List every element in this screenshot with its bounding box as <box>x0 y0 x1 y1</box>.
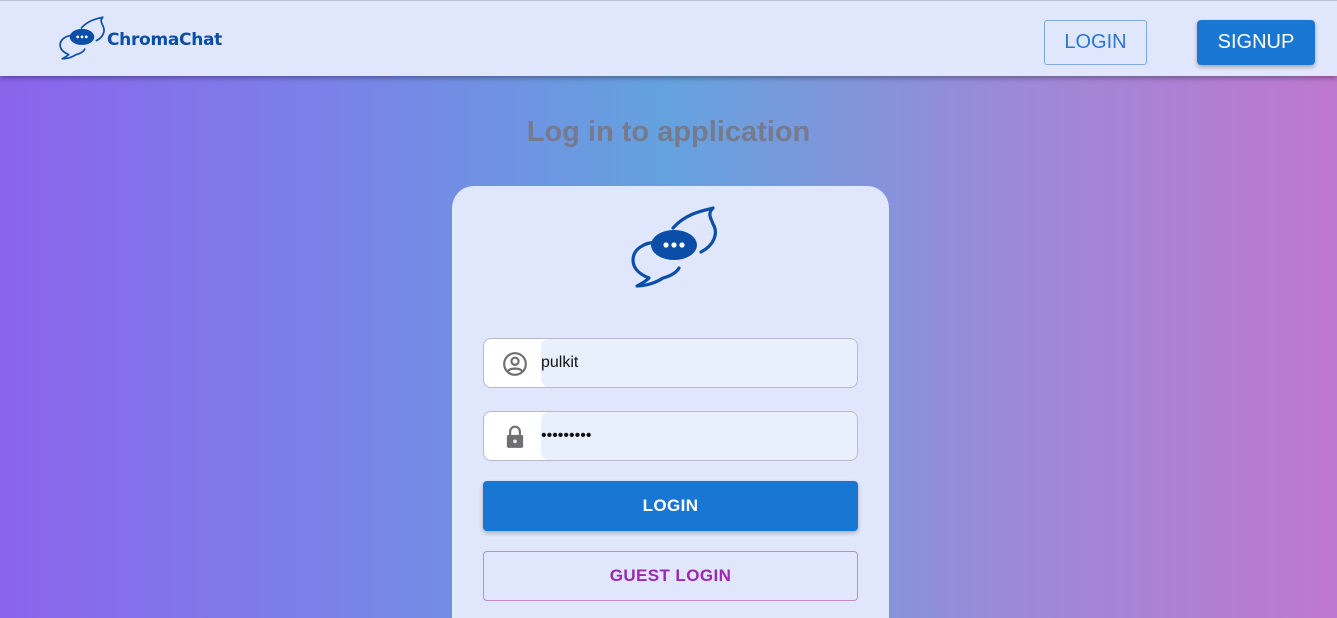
password-input[interactable] <box>541 412 857 460</box>
brand-name: ChromaChat <box>107 30 223 50</box>
chat-bubbles-icon <box>631 206 717 288</box>
username-input[interactable] <box>541 339 857 387</box>
login-card: LOGIN GUEST LOGIN <box>452 186 889 618</box>
brand[interactable]: ChromaChat <box>58 16 222 60</box>
user-circle-icon <box>503 352 527 376</box>
guest-login-button[interactable]: GUEST LOGIN <box>483 551 858 601</box>
nav-login-button[interactable]: LOGIN <box>1044 20 1147 65</box>
username-field <box>483 338 858 388</box>
login-button[interactable]: LOGIN <box>483 481 858 531</box>
top-navbar: ChromaChat LOGIN SIGNUP <box>0 0 1337 76</box>
lock-icon <box>506 425 524 448</box>
password-field <box>483 411 858 461</box>
nav-signup-button[interactable]: SIGNUP <box>1197 20 1315 65</box>
chat-bubbles-icon <box>59 16 105 60</box>
page-title: Log in to application <box>526 116 811 148</box>
